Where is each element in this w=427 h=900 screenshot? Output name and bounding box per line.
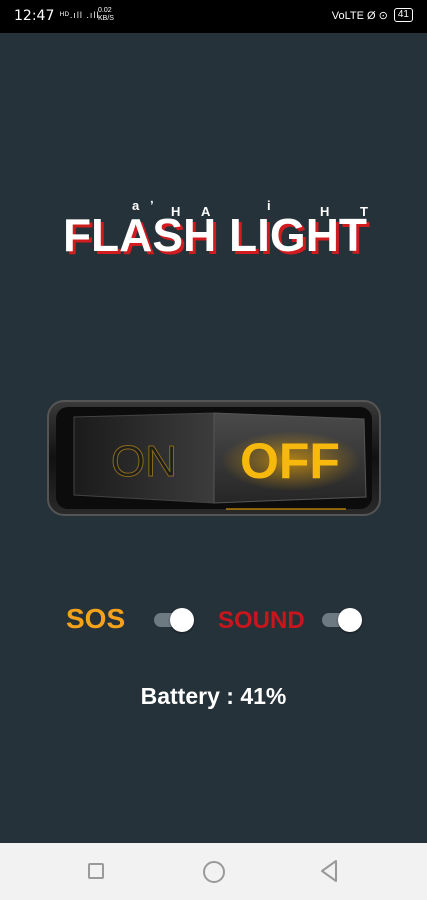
flashlight-switch[interactable]: ON OFF — [46, 399, 382, 517]
network-speed-unit: KB/S — [98, 15, 114, 22]
status-time: 12:47 — [14, 8, 55, 24]
battery-icon: 41 — [393, 8, 413, 22]
app-title: FLASH LIGHT FLASH LIGHT a ʼ H A i H T — [0, 180, 427, 270]
sos-label: SOS — [66, 603, 126, 634]
options-row: SOS SOUND — [0, 599, 427, 643]
signal-icon: ᴴᴰ.ıll .ıll — [60, 10, 100, 20]
svg-text:H: H — [320, 204, 329, 219]
network-speed-value: 0.02 — [98, 7, 112, 14]
sound-label: SOUND — [218, 607, 305, 634]
svg-text:ʼ: ʼ — [150, 198, 154, 213]
navigation-bar — [0, 843, 427, 900]
svg-text:T: T — [360, 204, 368, 219]
svg-text:A: A — [201, 204, 211, 219]
svg-text:H: H — [171, 204, 180, 219]
back-icon[interactable] — [318, 859, 340, 882]
network-speed: 0.02 KB/S — [98, 7, 114, 23]
sos-toggle-knob — [170, 608, 194, 632]
switch-off-label: OFF — [240, 433, 340, 489]
svg-text:a: a — [132, 198, 140, 213]
recent-apps-icon[interactable] — [88, 863, 104, 879]
battery-status-text: Battery : 41% — [140, 683, 287, 709]
home-icon[interactable] — [203, 861, 225, 883]
status-right-icons: VoLTE Ø ⊙ 41 — [332, 8, 413, 22]
app-screen: FLASH LIGHT FLASH LIGHT a ʼ H A i H T ON… — [0, 33, 427, 843]
switch-on-label: ON — [111, 437, 177, 486]
sound-toggle[interactable] — [322, 608, 362, 632]
status-icons: VoLTE Ø ⊙ — [331, 9, 388, 22]
sos-toggle[interactable] — [154, 608, 194, 632]
status-bar: 12:47 ᴴᴰ.ıll .ıll 0.02 KB/S VoLTE Ø ⊙ 41 — [0, 0, 427, 33]
svg-text:i: i — [267, 198, 271, 213]
sound-toggle-knob — [338, 608, 362, 632]
